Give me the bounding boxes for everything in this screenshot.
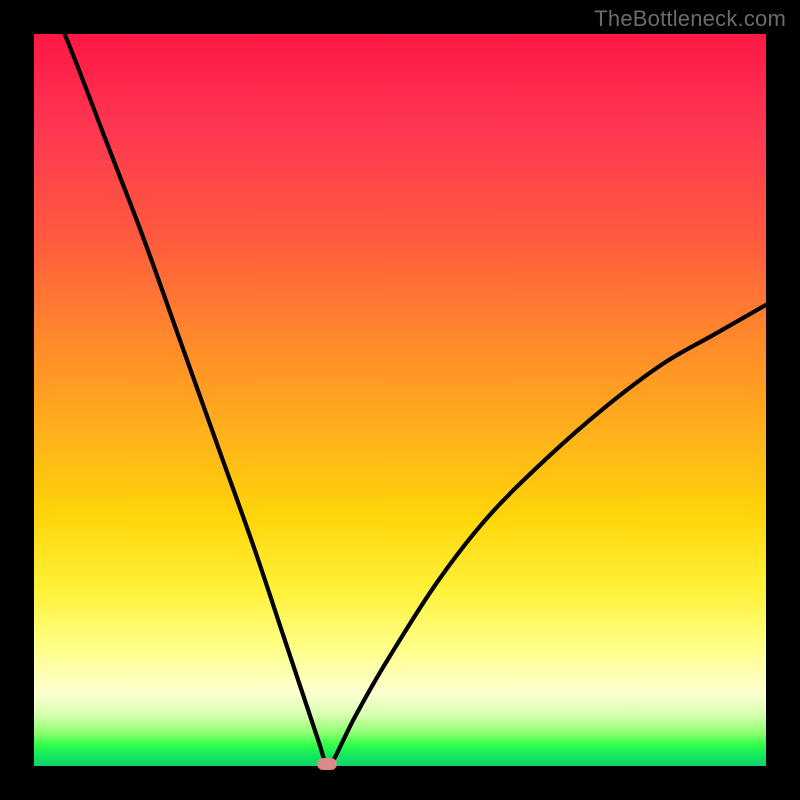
minimum-marker [317, 758, 337, 770]
chart-frame: TheBottleneck.com [0, 0, 800, 800]
watermark-text: TheBottleneck.com [594, 6, 786, 32]
bottleneck-curve [34, 34, 766, 766]
plot-area [34, 34, 766, 766]
